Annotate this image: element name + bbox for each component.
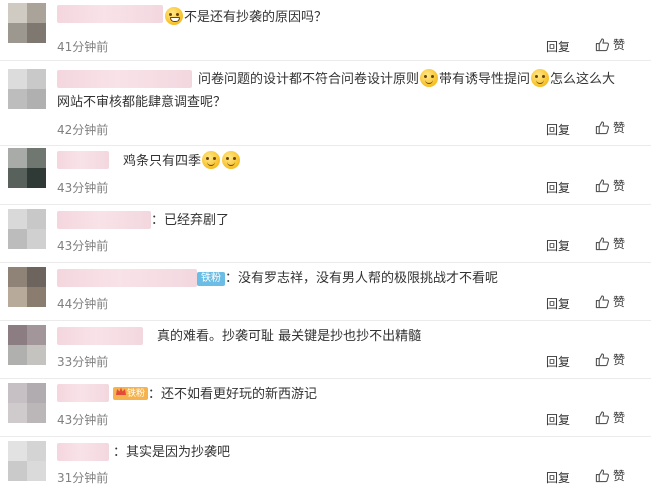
like-label: 赞 <box>613 353 626 367</box>
like-button[interactable]: 赞 <box>595 36 625 53</box>
username-blurred[interactable] <box>57 5 163 23</box>
like-label: 赞 <box>613 179 626 193</box>
reply-button[interactable]: 回复 <box>546 353 570 370</box>
smile-emoji-icon <box>531 69 550 87</box>
comment-text: 铁粉 ：没有罗志祥，没有男人帮的极限挑战才不看呢 <box>197 268 498 290</box>
gold-fan-badge[interactable]: 铁粉 <box>113 387 149 400</box>
comment-item: ：已经弃剧了 43分钟前 回复 赞 <box>0 205 651 263</box>
thumbs-up-icon <box>595 469 610 483</box>
avatar[interactable] <box>8 69 46 109</box>
comment-item: 问卷问题的设计都不符合问卷设计原则 带有诱导性提问 怎么这么大 网站不审核都能肆意调… <box>0 61 651 146</box>
comment-time: 44分钟前 <box>57 297 109 311</box>
thumbs-up-icon <box>595 411 610 425</box>
fan-badge[interactable]: 铁粉 <box>197 272 225 286</box>
avatar[interactable] <box>8 383 46 423</box>
avatar[interactable] <box>8 325 46 365</box>
comment-item: ：其实是因为抄袭吧 31分钟前 回复 赞 <box>0 437 651 491</box>
avatar[interactable] <box>8 148 46 188</box>
comment-text: 不是还有抄袭的原因吗？ <box>164 7 327 29</box>
comment-time: 43分钟前 <box>57 181 109 195</box>
comment-item: 不是还有抄袭的原因吗？ 41分钟前 回复 赞 <box>0 0 651 61</box>
username-blurred[interactable] <box>57 151 109 169</box>
smile-emoji-icon <box>222 151 241 169</box>
like-button[interactable]: 赞 <box>595 235 625 252</box>
comment-time: 31分钟前 <box>57 471 109 485</box>
comment-text: 鸡条只有四季 <box>123 151 241 173</box>
comment-text: ：其实是因为抄袭吧 <box>113 445 231 460</box>
comment-text: 问卷问题的设计都不符合问卷设计原则 带有诱导性提问 怎么这么大 <box>198 69 615 91</box>
like-button[interactable]: 赞 <box>595 177 625 194</box>
avatar[interactable] <box>8 3 46 43</box>
smile-emoji-icon <box>420 69 439 87</box>
reply-button[interactable]: 回复 <box>546 411 570 428</box>
like-button[interactable]: 赞 <box>595 293 625 310</box>
like-label: 赞 <box>613 237 626 251</box>
thumbs-up-icon <box>595 353 610 367</box>
comment-item: 铁粉 ：没有罗志祥，没有男人帮的极限挑战才不看呢 44分钟前 回复 赞 <box>0 263 651 321</box>
thumbs-up-icon <box>595 38 610 52</box>
avatar[interactable] <box>8 209 46 249</box>
like-button[interactable]: 赞 <box>595 409 625 426</box>
like-label: 赞 <box>613 469 626 483</box>
thumbs-up-icon <box>595 179 610 193</box>
thumbs-up-icon <box>595 237 610 251</box>
like-label: 赞 <box>613 295 626 309</box>
comment-text: ：已经弃剧了 <box>151 213 230 228</box>
comment-list: 不是还有抄袭的原因吗？ 41分钟前 回复 赞 问卷问题的设计都不符合问卷设计原则… <box>0 0 651 491</box>
comment-item: 铁粉 ：还不如看更好玩的新西游记 43分钟前 回复 赞 <box>0 379 651 437</box>
comment-text: 真的难看。抄袭可耻 最关键是抄也抄不出精髓 <box>157 329 422 344</box>
thumbs-up-icon <box>595 121 610 135</box>
username-blurred[interactable] <box>57 70 192 88</box>
username-blurred[interactable] <box>57 443 109 461</box>
reply-button[interactable]: 回复 <box>546 295 570 312</box>
comment-text-continued: 网站不审核都能肆意调查呢？ <box>57 95 227 110</box>
username-blurred[interactable] <box>57 384 109 402</box>
comment-item: 鸡条只有四季 43分钟前 回复 赞 <box>0 146 651 205</box>
comment-time: 43分钟前 <box>57 413 109 427</box>
comment-time: 43分钟前 <box>57 239 109 253</box>
crown-icon <box>116 387 126 395</box>
username-blurred[interactable] <box>57 327 143 345</box>
grin-emoji-icon <box>165 7 183 25</box>
like-label: 赞 <box>613 38 626 52</box>
comment-time: 33分钟前 <box>57 355 109 369</box>
like-button[interactable]: 赞 <box>595 467 625 484</box>
username-blurred[interactable] <box>57 269 197 287</box>
thumbs-up-icon <box>595 295 610 309</box>
reply-button[interactable]: 回复 <box>546 179 570 196</box>
avatar[interactable] <box>8 267 46 307</box>
comment-time: 42分钟前 <box>57 123 109 137</box>
comment-time: 41分钟前 <box>57 40 109 54</box>
reply-button[interactable]: 回复 <box>546 469 570 486</box>
like-button[interactable]: 赞 <box>595 119 625 136</box>
comment-item: 真的难看。抄袭可耻 最关键是抄也抄不出精髓 33分钟前 回复 赞 <box>0 321 651 379</box>
reply-button[interactable]: 回复 <box>546 38 570 55</box>
like-label: 赞 <box>613 411 626 425</box>
comment-text: 铁粉 ：还不如看更好玩的新西游记 <box>113 384 317 406</box>
like-label: 赞 <box>613 121 626 135</box>
username-blurred[interactable] <box>57 211 151 229</box>
smile-emoji-icon <box>202 151 221 169</box>
reply-button[interactable]: 回复 <box>546 121 570 138</box>
like-button[interactable]: 赞 <box>595 351 625 368</box>
reply-button[interactable]: 回复 <box>546 237 570 254</box>
avatar[interactable] <box>8 441 46 481</box>
